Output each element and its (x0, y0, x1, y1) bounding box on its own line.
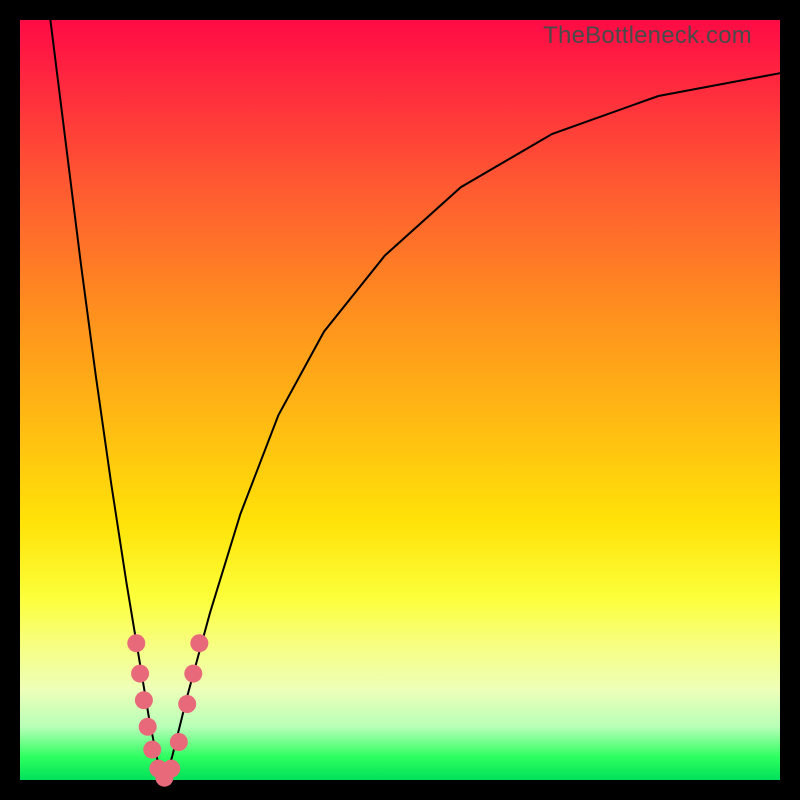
plot-area: TheBottleneck.com (20, 20, 780, 780)
marker-point (135, 691, 153, 709)
curve-right-branch (164, 73, 780, 780)
marker-point (190, 634, 208, 652)
marker-point (127, 634, 145, 652)
marker-point (162, 760, 180, 778)
chart-svg (20, 20, 780, 780)
marker-point (143, 741, 161, 759)
marker-point (139, 718, 157, 736)
marker-point (170, 733, 188, 751)
curve-left-branch (50, 20, 164, 780)
marker-point (131, 665, 149, 683)
marker-point (178, 695, 196, 713)
marker-point (184, 665, 202, 683)
chart-frame: TheBottleneck.com (0, 0, 800, 800)
